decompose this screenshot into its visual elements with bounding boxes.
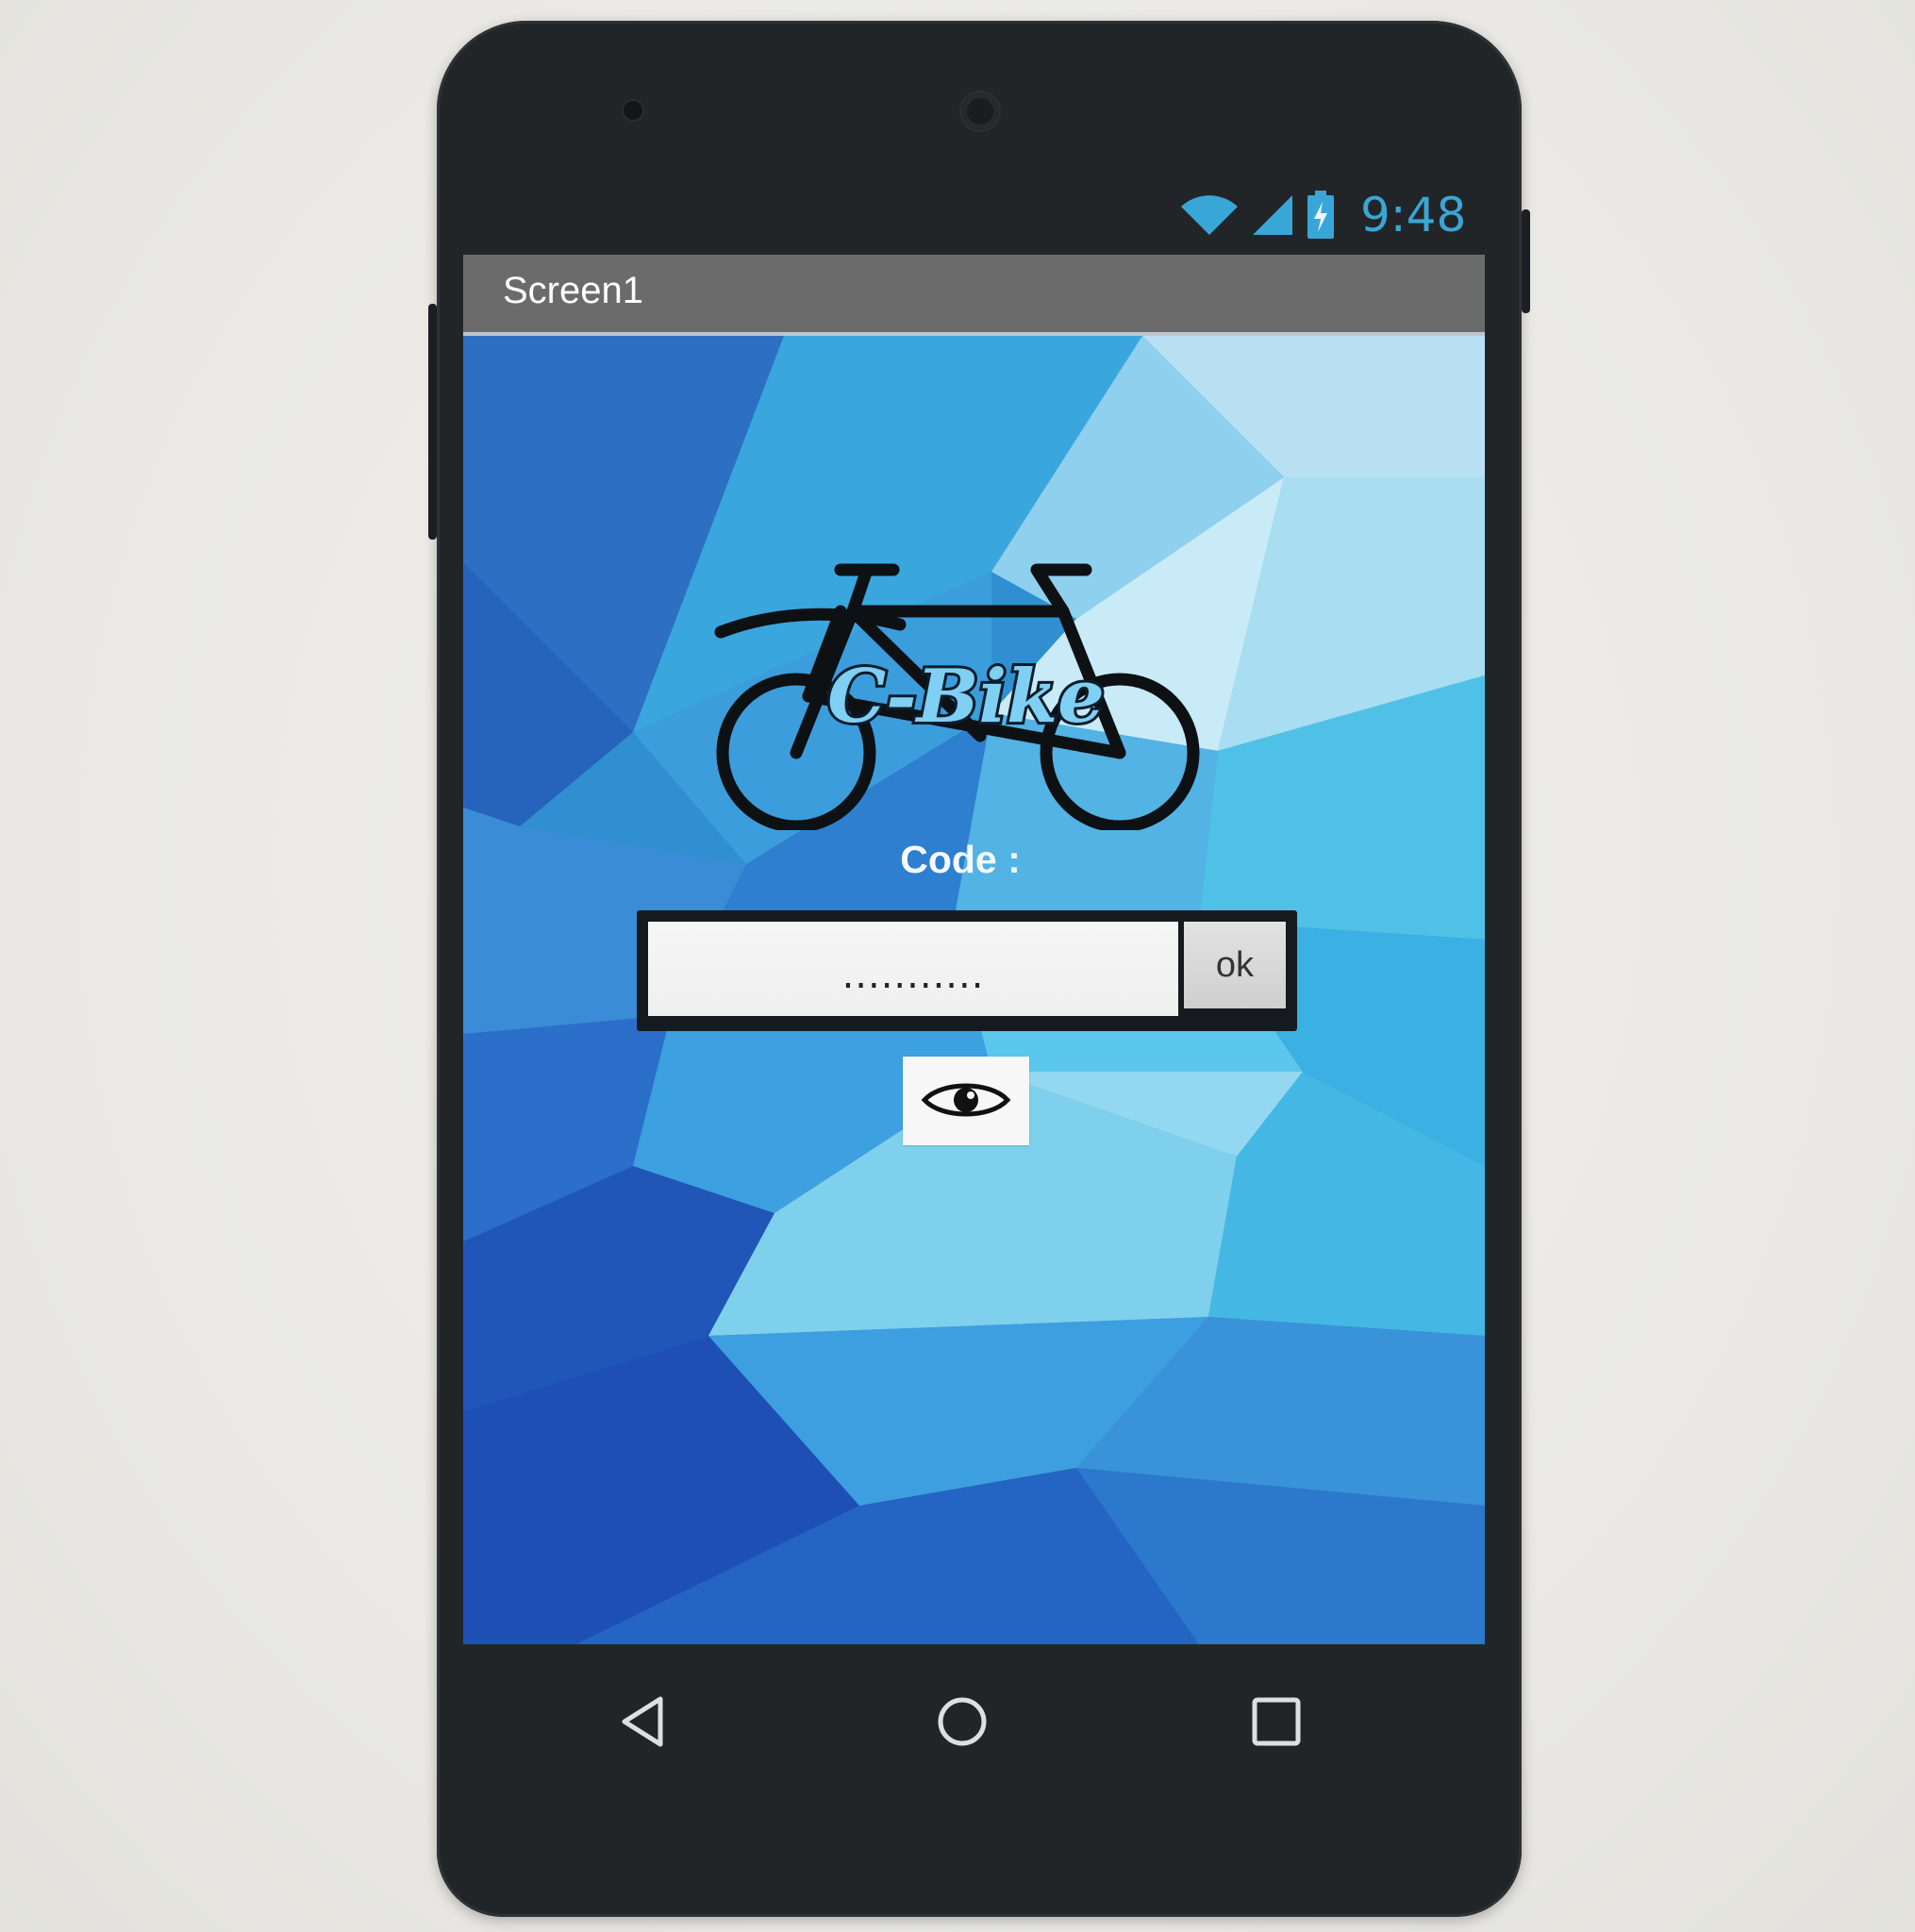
ok-button[interactable]: ok — [1184, 922, 1286, 1008]
sensor-dot — [624, 101, 642, 120]
wifi-icon — [1181, 195, 1238, 235]
volume-button — [428, 304, 437, 540]
power-button — [1522, 209, 1530, 313]
signal-icon — [1253, 195, 1292, 235]
battery-charging-icon — [1307, 191, 1334, 239]
status-bar: 9:48 — [1179, 187, 1466, 243]
front-camera — [961, 92, 999, 130]
show-code-button[interactable] — [903, 1057, 1029, 1145]
app-screen: Screen1 C-Bike Code: ........... ok — [463, 255, 1485, 1644]
status-time: 9:48 — [1360, 188, 1467, 242]
back-triangle-icon[interactable] — [619, 1695, 666, 1748]
logo-brand-text: C-Bike — [827, 654, 1105, 740]
title-bar: Screen1 — [463, 255, 1485, 336]
home-circle-icon[interactable] — [937, 1696, 988, 1747]
eye-icon — [921, 1083, 1011, 1116]
code-input-group: ok — [637, 910, 1297, 1031]
recents-square-icon[interactable] — [1251, 1696, 1302, 1747]
code-label: Code : — [900, 838, 1021, 881]
screen-title: Screen1 — [503, 270, 643, 311]
code-input[interactable] — [648, 922, 1178, 1016]
c-bike-logo: C-Bike — [714, 563, 1200, 830]
navigation-bar — [437, 1679, 1522, 1764]
